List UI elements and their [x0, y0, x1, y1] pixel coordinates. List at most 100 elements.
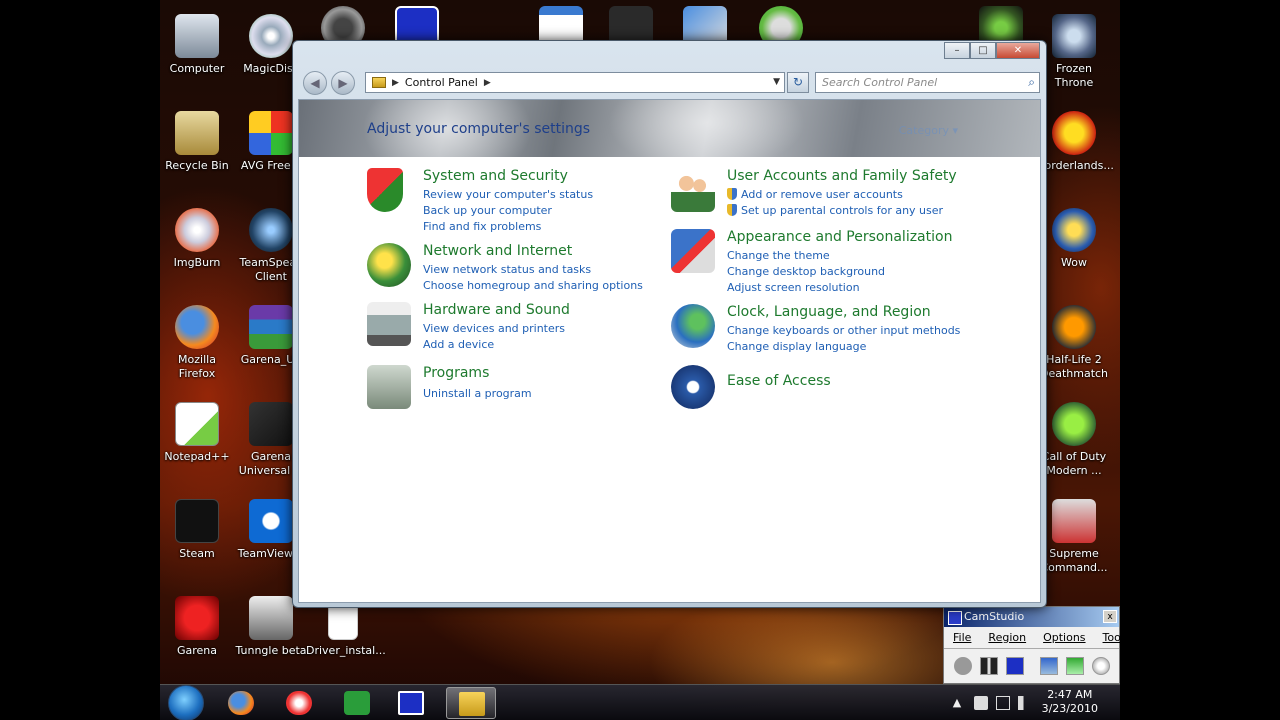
camstudio-menu-options[interactable]: Options [1034, 627, 1093, 648]
category-link[interactable]: Change display language [727, 339, 960, 355]
search-placeholder: Search Control Panel [822, 76, 938, 89]
camstudio-window[interactable]: CamStudio x File Region Options Tools [943, 606, 1120, 684]
category-link[interactable]: Find and fix problems [423, 219, 593, 235]
record-icon[interactable] [954, 657, 972, 675]
refresh-button[interactable]: ↻ [787, 72, 809, 93]
users-icon[interactable] [671, 168, 715, 212]
header-band: Adjust your computer's settings Category… [299, 100, 1040, 157]
desktop-icon-label: Garena [176, 644, 218, 657]
desktop-icon-garena[interactable]: Garena [160, 588, 234, 678]
desktop-icon-notepadpp[interactable]: Notepad++ [160, 394, 234, 484]
category-title[interactable]: Ease of Access [727, 373, 831, 389]
annotate-icon[interactable] [1066, 657, 1084, 675]
minimize-button[interactable]: – [944, 42, 970, 59]
tray-expand-icon[interactable]: ▲ [950, 696, 964, 710]
desktop-icon-call-of-duty[interactable]: Call of Duty Modern ... [1037, 394, 1111, 484]
category-title[interactable]: Network and Internet [423, 243, 572, 259]
camstudio-menu-region[interactable]: Region [979, 627, 1034, 648]
category-link[interactable]: Choose homegroup and sharing options [423, 278, 643, 294]
taskbar-camstudio[interactable] [386, 687, 436, 719]
camstudio-close-button[interactable]: x [1103, 610, 1117, 623]
maximize-button[interactable]: □ [970, 42, 996, 59]
volume-icon[interactable] [1018, 696, 1032, 710]
category-title[interactable]: Appearance and Personalization [727, 229, 952, 245]
taskbar-firefox[interactable] [216, 687, 266, 719]
category-link[interactable]: View devices and printers [423, 321, 565, 337]
category-link[interactable]: Back up your computer [423, 203, 593, 219]
breadcrumb-control-panel[interactable]: Control Panel [405, 76, 478, 89]
printer-icon[interactable] [367, 302, 411, 346]
start-button[interactable] [168, 685, 204, 720]
pause-icon[interactable] [980, 657, 998, 675]
category-link[interactable]: Review your computer's status [423, 187, 593, 203]
monitor-paint-icon[interactable] [671, 229, 715, 273]
desktop-icon-supreme-commander[interactable]: Supreme Command... [1037, 491, 1111, 581]
category-link[interactable]: View network status and tasks [423, 262, 643, 278]
category-link[interactable]: Add or remove user accounts [727, 187, 943, 203]
camstudio-title-bar[interactable]: CamStudio x [944, 607, 1119, 627]
search-input[interactable]: Search Control Panel ⌕ [815, 72, 1040, 93]
category-link[interactable]: Adjust screen resolution [727, 280, 885, 296]
category-link[interactable]: Set up parental controls for any user [727, 203, 943, 219]
control-panel-window[interactable]: – □ ✕ ◀ ▶ ▶ Control Panel ▶ ▼ ↻ Search C… [292, 40, 1047, 608]
page-title: Adjust your computer's settings [367, 121, 591, 137]
desktop-icon-half-life-2[interactable]: Half-Life 2 Deathmatch [1037, 297, 1111, 387]
category-title[interactable]: System and Security [423, 168, 568, 184]
programs-icon[interactable] [367, 365, 411, 409]
close-button[interactable]: ✕ [996, 42, 1040, 59]
category-link[interactable]: Uninstall a program [423, 386, 532, 402]
desktop-icon-steam[interactable]: Steam [160, 491, 234, 581]
camstudio-menu-file[interactable]: File [944, 627, 979, 648]
desktop-icon-recycle-bin[interactable]: Recycle Bin [160, 103, 234, 193]
breadcrumb-separator[interactable]: ▶ [392, 78, 399, 88]
category-link[interactable]: Change desktop background [727, 264, 885, 280]
category-link[interactable]: Change keyboards or other input methods [727, 323, 960, 339]
clock-globe-icon[interactable] [671, 304, 715, 348]
forward-button[interactable]: ▶ [331, 71, 355, 95]
category-title[interactable]: Programs [423, 365, 489, 381]
taskbar-control-panel[interactable] [446, 687, 496, 719]
ccleaner-icon [286, 691, 312, 715]
desktop-icon-firefox[interactable]: Mozilla Firefox [160, 297, 234, 387]
category-title[interactable]: Hardware and Sound [423, 302, 570, 318]
category-link[interactable]: Add a device [423, 337, 565, 353]
half-life-icon [1052, 305, 1096, 349]
recycle-bin-icon [175, 111, 219, 155]
desktop-icon-imgburn[interactable]: ImgBurn [160, 200, 234, 290]
camstudio-title: CamStudio [964, 610, 1025, 623]
desktop-icon-wow[interactable]: Wow [1037, 200, 1111, 290]
category-title[interactable]: Clock, Language, and Region [727, 304, 931, 320]
firefox-icon [228, 691, 254, 715]
wow-icon [1052, 208, 1096, 252]
teamspeak-icon [249, 208, 293, 252]
desktop-icon-label: Recycle Bin [165, 159, 229, 172]
desktop-icon-borderlands[interactable]: Borderlands... [1037, 103, 1114, 193]
address-dropdown-icon[interactable]: ▼ [773, 77, 780, 87]
desktop-icon-frozen-throne[interactable]: Frozen Throne [1037, 6, 1111, 96]
category-link[interactable]: Change the theme [727, 248, 885, 264]
category-title[interactable]: User Accounts and Family Safety [727, 168, 957, 184]
ease-of-access-icon[interactable] [671, 365, 715, 409]
taskbar-utorrent[interactable] [332, 687, 382, 719]
swf-icon[interactable] [1092, 657, 1110, 675]
stop-icon[interactable] [1006, 657, 1024, 675]
shield-icon[interactable] [367, 168, 403, 212]
computer-icon [175, 14, 219, 58]
clock[interactable]: 2:47 AM 3/23/2010 [1042, 688, 1098, 716]
breadcrumb-separator[interactable]: ▶ [484, 78, 491, 88]
desktop-icon-computer[interactable]: Computer [160, 6, 234, 96]
camstudio-menu-tools[interactable]: Tools [1094, 627, 1120, 648]
desktop-icon-label: Half-Life 2 Deathmatch [1039, 353, 1109, 380]
system-tray: ▲ 2:47 AM 3/23/2010 [940, 685, 1120, 720]
search-icon[interactable]: ⌕ [1028, 75, 1035, 90]
view-by-dropdown[interactable]: Category ▾ [899, 124, 958, 137]
desktop-icon-label: Call of Duty Modern ... [1041, 450, 1107, 477]
back-button[interactable]: ◀ [303, 71, 327, 95]
taskbar-ccleaner[interactable] [274, 687, 324, 719]
address-bar[interactable]: ▶ Control Panel ▶ ▼ [365, 72, 785, 93]
globe-network-icon[interactable] [367, 243, 411, 287]
region-icon[interactable] [1040, 657, 1058, 675]
network-icon[interactable] [996, 696, 1010, 710]
garena-icon [175, 596, 219, 640]
action-center-icon[interactable] [974, 696, 988, 710]
